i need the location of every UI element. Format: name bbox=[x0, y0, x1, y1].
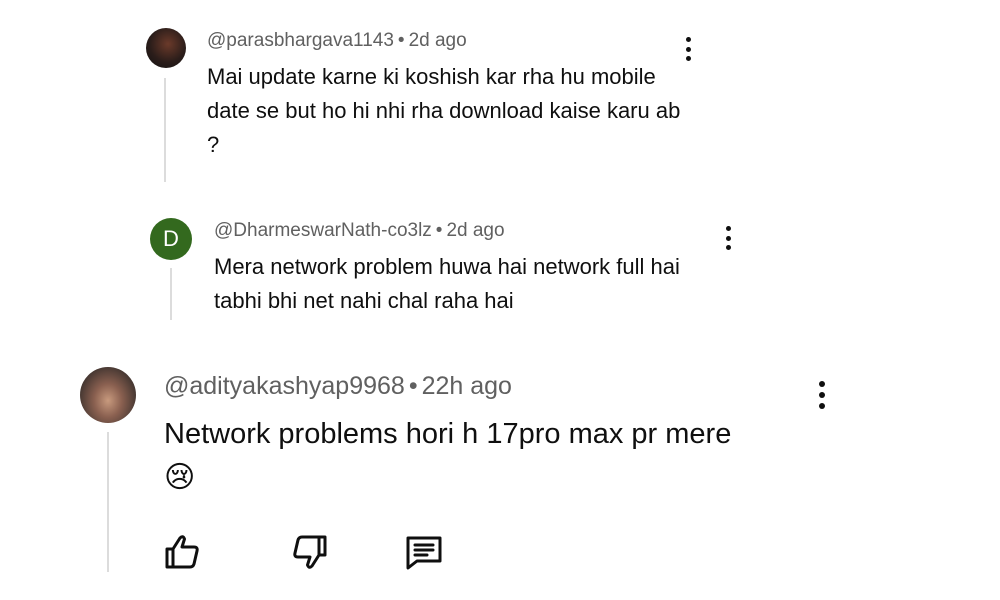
thumbs-down-icon[interactable] bbox=[290, 532, 330, 572]
comment-time: 22h ago bbox=[421, 372, 512, 400]
comment-author[interactable]: @parasbhargava1143 bbox=[207, 30, 394, 51]
comment-author[interactable]: @adityakashyap9968 bbox=[164, 372, 405, 400]
comment-text: Mera network problem huwa hai network fu… bbox=[214, 254, 680, 313]
meta-separator: • bbox=[408, 372, 418, 400]
more-vert-icon[interactable] bbox=[678, 37, 698, 61]
thread-line bbox=[164, 78, 166, 182]
comment-meta: @DharmeswarNath-co3lz • 2d ago bbox=[214, 220, 505, 242]
avatar[interactable]: D bbox=[150, 218, 192, 260]
comment-time: 2d ago bbox=[408, 30, 467, 51]
more-vert-icon[interactable] bbox=[812, 381, 832, 409]
reply-comment-icon[interactable] bbox=[403, 532, 445, 574]
meta-separator: • bbox=[435, 220, 443, 241]
comment-meta: @parasbhargava1143 • 2d ago bbox=[207, 30, 467, 52]
comment-time: 2d ago bbox=[446, 220, 505, 241]
avatar-letter: D bbox=[163, 226, 179, 251]
avatar[interactable] bbox=[80, 367, 136, 423]
avatar[interactable] bbox=[146, 28, 186, 68]
thumbs-up-icon[interactable] bbox=[162, 532, 202, 572]
comment-author[interactable]: @DharmeswarNath-co3lz bbox=[214, 220, 432, 241]
comment-text: Mai update karne ki koshish kar rha hu m… bbox=[207, 64, 681, 157]
thread-line bbox=[170, 268, 172, 320]
meta-separator: • bbox=[397, 30, 405, 51]
comment-text: Network problems hori h 17pro max pr mer… bbox=[164, 418, 732, 450]
comment-meta: @adityakashyap9968 • 22h ago bbox=[164, 372, 512, 401]
thread-line bbox=[107, 432, 109, 572]
more-vert-icon[interactable] bbox=[718, 226, 738, 250]
crying-emoji: 😢 bbox=[164, 461, 196, 494]
